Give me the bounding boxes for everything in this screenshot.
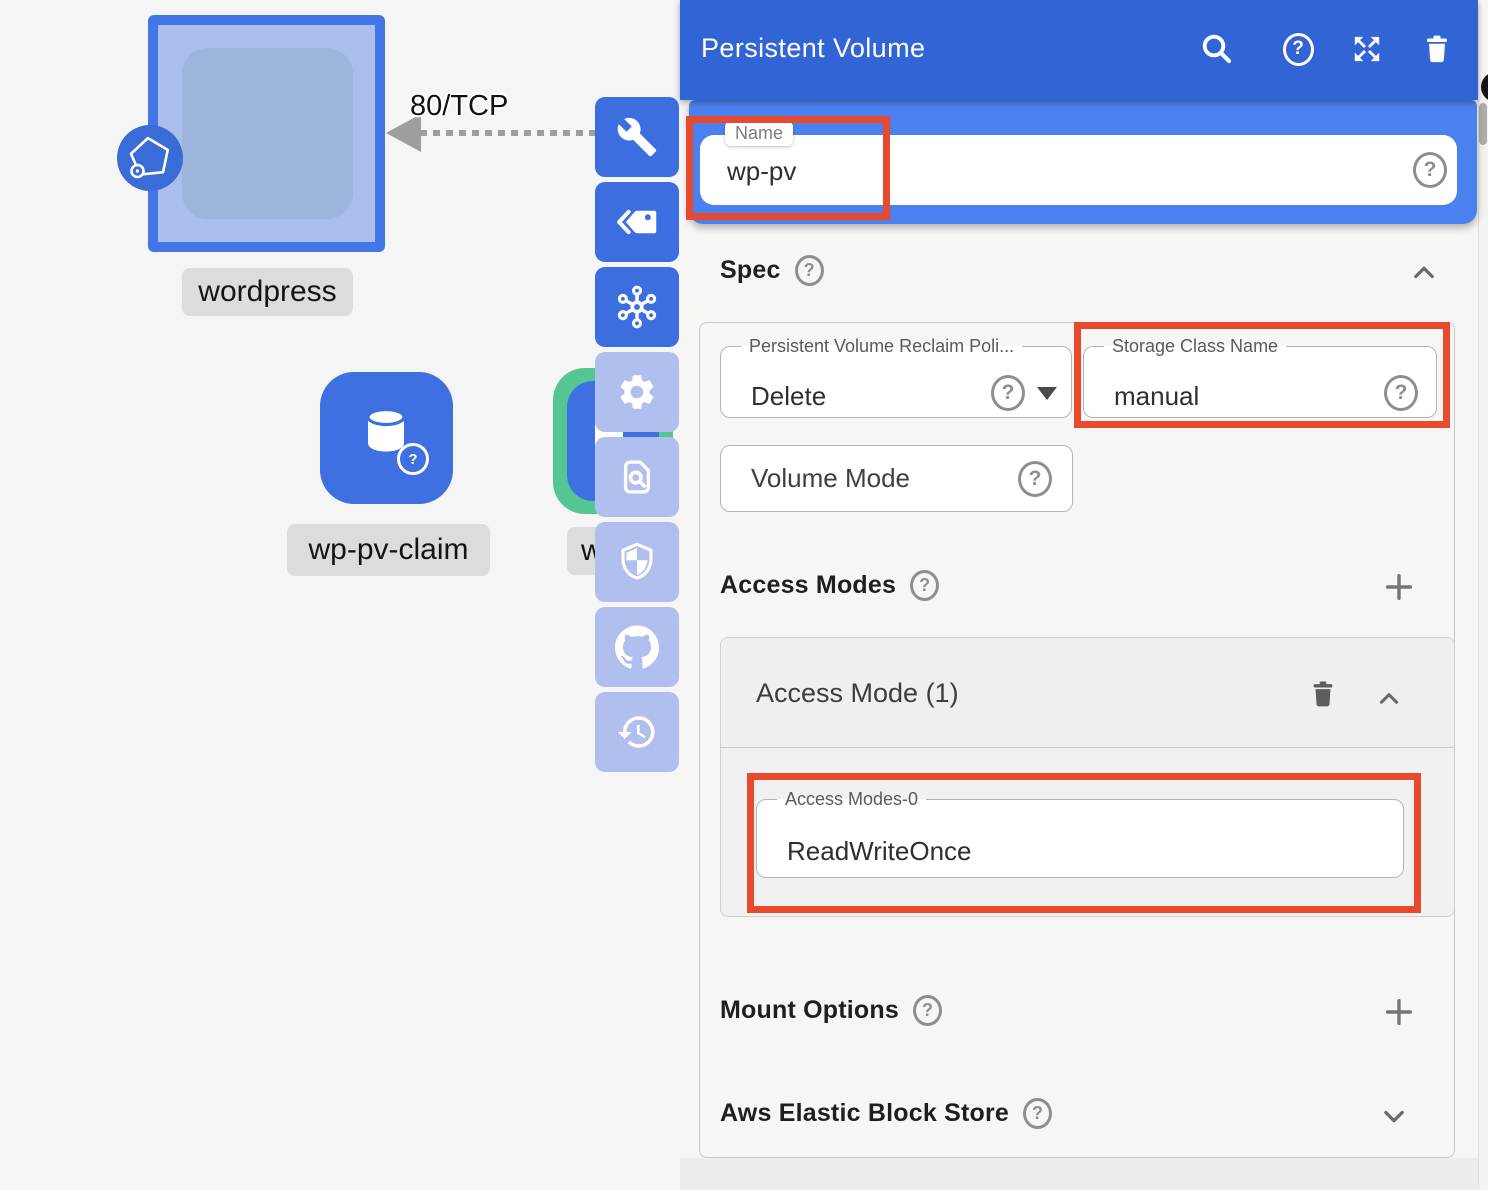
- add-mount-option-button[interactable]: [1382, 995, 1416, 1029]
- side-toolbar: [595, 97, 679, 772]
- node-wordpress-inner: [182, 48, 353, 219]
- document-search-icon: [616, 456, 658, 498]
- shield-icon: [616, 541, 658, 583]
- access-mode-card-title: Access Mode (1): [756, 678, 959, 709]
- toolbar-button-inspect[interactable]: [595, 437, 679, 517]
- toolbar-button-network[interactable]: [595, 267, 679, 347]
- annotation-box-storage-class: [1074, 322, 1450, 428]
- volume-mode-label: Volume Mode: [751, 463, 910, 494]
- help-icon[interactable]: ?: [913, 995, 942, 1026]
- properties-panel: Persistent Volume ?: [680, 0, 1488, 1190]
- access-modes-heading: Access Modes: [720, 571, 896, 600]
- toolbar-button-security[interactable]: [595, 522, 679, 602]
- panel-title: Persistent Volume: [701, 33, 925, 64]
- add-access-mode-button[interactable]: [1382, 570, 1416, 604]
- access-modes-section-header: Access Modes ?: [720, 570, 939, 601]
- trash-icon[interactable]: [1419, 31, 1455, 67]
- edge-port-label: 80/TCP: [410, 90, 508, 123]
- expand-icon[interactable]: [1349, 31, 1385, 67]
- collapse-chevron-icon[interactable]: [1376, 686, 1402, 712]
- toolbar-button-labels[interactable]: [595, 182, 679, 262]
- spec-heading: Spec: [720, 256, 781, 285]
- app-root: wordpress 80/TCP ? wp-pv-claim w: [0, 0, 1488, 1190]
- delete-access-mode-icon[interactable]: [1307, 678, 1339, 710]
- reclaim-policy-field[interactable]: Persistent Volume Reclaim Poli... Delete…: [720, 337, 1072, 418]
- expand-chevron-icon[interactable]: [1380, 1102, 1408, 1130]
- panel-footer-strip: [680, 1158, 1488, 1190]
- scrollbar-track: [1478, 100, 1488, 1190]
- edge-dashed-line[interactable]: [420, 130, 596, 136]
- access-mode-0-value: ReadWriteOnce: [787, 836, 972, 867]
- node-label-text: wp-pv-claim: [308, 533, 468, 567]
- spec-section-header: Spec ?: [720, 255, 824, 286]
- aws-ebs-heading: Aws Elastic Block Store: [720, 1099, 1009, 1128]
- panel-header: Persistent Volume ?: [680, 0, 1478, 100]
- hub-icon: [615, 285, 659, 329]
- aws-ebs-section-header: Aws Elastic Block Store ?: [720, 1098, 1052, 1129]
- help-icon[interactable]: ?: [1023, 1098, 1052, 1129]
- wrench-icon: [616, 116, 658, 158]
- access-mode-card-header[interactable]: Access Mode (1): [721, 638, 1454, 748]
- node-label-wp-pv-claim: wp-pv-claim: [287, 524, 490, 576]
- dropdown-caret-icon[interactable]: [1037, 387, 1057, 400]
- gear-icon: [616, 371, 658, 413]
- scrollbar-thumb[interactable]: [1479, 103, 1487, 145]
- help-icon[interactable]: ?: [910, 570, 939, 601]
- help-icon[interactable]: ?: [1280, 31, 1316, 67]
- node-label-text: wordpress: [198, 275, 336, 309]
- annotation-box-name: [686, 116, 890, 220]
- access-mode-0-field[interactable]: Access Modes-0 ReadWriteOnce: [756, 790, 1404, 878]
- reclaim-policy-label: Persistent Volume Reclaim Poli...: [741, 337, 1022, 355]
- help-icon[interactable]: ?: [1413, 152, 1447, 188]
- search-icon[interactable]: [1199, 31, 1235, 67]
- collapse-chevron-icon[interactable]: [1410, 259, 1438, 287]
- mount-options-heading: Mount Options: [720, 996, 899, 1025]
- reclaim-policy-value: Delete: [751, 381, 826, 412]
- help-icon[interactable]: ?: [795, 255, 824, 286]
- toolbar-button-history[interactable]: [595, 692, 679, 772]
- help-icon[interactable]: ?: [991, 375, 1025, 411]
- volume-mode-field[interactable]: Volume Mode ?: [720, 445, 1073, 512]
- question-badge-icon: ?: [397, 443, 429, 475]
- mount-options-section-header: Mount Options ?: [720, 995, 942, 1026]
- tag-icon: [616, 201, 658, 243]
- github-icon: [615, 625, 659, 669]
- toolbar-button-github[interactable]: [595, 607, 679, 687]
- access-mode-0-label: Access Modes-0: [777, 790, 926, 808]
- node-label-wordpress: wordpress: [182, 268, 353, 316]
- toolbar-button-properties[interactable]: [595, 97, 679, 177]
- node-wp-pv-claim[interactable]: ?: [320, 372, 453, 504]
- help-icon[interactable]: ?: [1018, 461, 1052, 497]
- toolbar-button-settings[interactable]: [595, 352, 679, 432]
- history-icon: [616, 711, 658, 753]
- pod-pentagon-icon[interactable]: [117, 125, 183, 191]
